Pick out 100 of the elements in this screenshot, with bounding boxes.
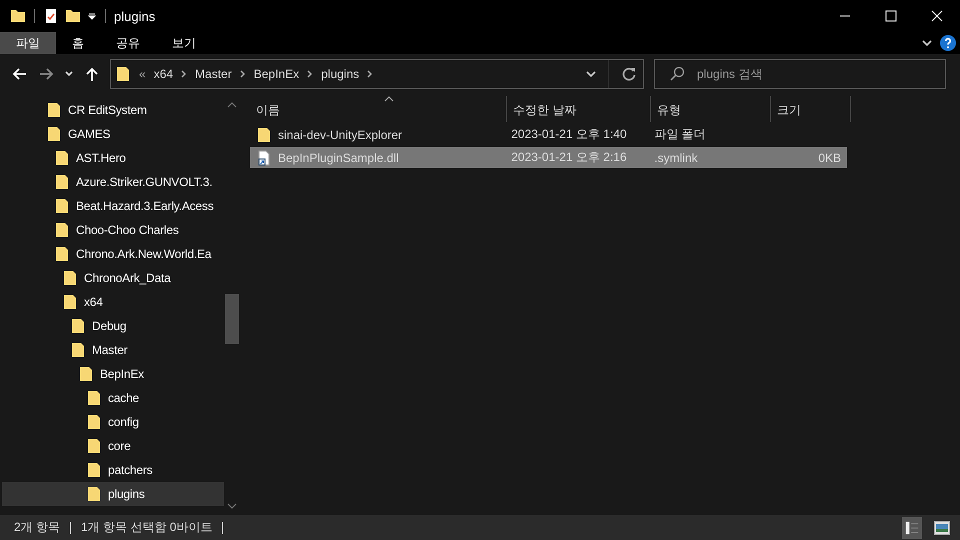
chevron-icon[interactable]: [181, 69, 188, 79]
file-name: BepInPluginSample.dll: [278, 150, 399, 164]
maximize-icon: [885, 10, 897, 22]
tree-item[interactable]: BepInEx: [2, 362, 224, 386]
details-view-button[interactable]: [902, 516, 922, 538]
breadcrumb[interactable]: BepInEx: [254, 67, 300, 81]
tree-item[interactable]: plugins: [2, 482, 224, 506]
tree-item[interactable]: Azure.Striker.GUNVOLT.3.: [2, 170, 224, 194]
tree-item-label: cache: [108, 391, 140, 405]
file-name: sinai-dev-UnityExplorer: [278, 128, 402, 142]
sort-up-icon: [384, 96, 394, 102]
tree-item[interactable]: Beat.Hazard.3.Early.Acess: [2, 194, 224, 218]
folder-icon: [78, 366, 94, 382]
expand-ribbon-icon[interactable]: [922, 38, 932, 48]
tree-item-label: plugins: [108, 487, 145, 501]
search-field[interactable]: plugins 검색: [695, 66, 931, 82]
tree-item-label: patchers: [108, 463, 152, 477]
ribbon-tab[interactable]: 공유: [100, 32, 156, 54]
column-header[interactable]: 이름: [250, 96, 507, 122]
type-cell-text: .symlink: [653, 150, 699, 164]
ribbon-tab[interactable]: 파일: [0, 32, 56, 54]
breadcrumb[interactable]: Master: [195, 67, 232, 81]
folder-icon: [86, 390, 102, 406]
tree-item-label: BepInEx: [100, 367, 144, 381]
tree-item-label: core: [108, 439, 131, 453]
address-bar[interactable]: « x64 Master BepInEx plugins: [110, 59, 644, 89]
date-cell-text: 2023-01-21 오후 2:16: [510, 149, 628, 166]
address-dropdown-icon[interactable]: [586, 69, 596, 79]
folder-icon: [54, 246, 70, 262]
tree-item-label: x64: [84, 295, 103, 309]
dropdown-icon[interactable]: [87, 11, 97, 21]
tree-item[interactable]: Chrono.Ark.New.World.Ea: [2, 242, 224, 266]
tree-item-label: Beat.Hazard.3.Early.Acess: [76, 199, 214, 213]
window-title: plugins: [114, 8, 156, 24]
ribbon-tab[interactable]: 홈: [56, 32, 100, 54]
shortcut-file-icon: [256, 150, 272, 166]
recent-dropdown-icon[interactable]: [64, 69, 74, 79]
tree-item[interactable]: Master: [2, 338, 224, 362]
tree-item-label: Choo-Choo Charles: [76, 223, 179, 237]
chevron-icon[interactable]: [240, 69, 246, 79]
folder-icon: [54, 174, 70, 190]
folder-icon: [115, 66, 131, 82]
tree-item-label: config: [108, 415, 139, 429]
file-row[interactable]: sinai-dev-UnityExplorer 2023-01-21 오후 1:40 파일 폴더: [250, 124, 847, 145]
tree-item[interactable]: AST.Hero: [2, 146, 224, 170]
tree-item[interactable]: x64: [2, 290, 224, 314]
back-arrow-icon[interactable]: [12, 66, 28, 82]
tree-item[interactable]: ChronoArk_Data: [2, 266, 224, 290]
help-icon[interactable]: [940, 35, 956, 51]
folder-icon: [54, 198, 70, 214]
folder-icon: [46, 102, 62, 118]
overflow-chevron[interactable]: «: [139, 67, 146, 81]
folder-icon: [70, 342, 86, 358]
breadcrumb[interactable]: x64: [154, 67, 174, 81]
new-folder-icon[interactable]: [65, 8, 81, 24]
tree-item-label: AST.Hero: [76, 151, 126, 165]
folder-icon[interactable]: [10, 8, 26, 24]
tree-item-label: Master: [92, 343, 128, 357]
up-arrow-icon[interactable]: [84, 66, 100, 82]
tree-item[interactable]: core: [2, 434, 224, 458]
column-header[interactable]: 수정한 날짜: [507, 96, 651, 122]
breadcrumb[interactable]: plugins: [321, 67, 360, 81]
tree-item-label: Debug: [92, 319, 126, 333]
folder-icon: [86, 486, 102, 502]
tree-item[interactable]: Debug: [2, 314, 224, 338]
tree-item-label: Azure.Striker.GUNVOLT.3.: [76, 175, 212, 189]
column-header[interactable]: 유형: [651, 96, 771, 122]
tree-item[interactable]: cache: [2, 386, 224, 410]
tree-item[interactable]: patchers: [2, 458, 224, 482]
tree-item-label: Chrono.Ark.New.World.Ea: [76, 247, 212, 261]
folder-icon: [62, 294, 78, 310]
date-cell-text: 2023-01-21 오후 1:40: [510, 126, 628, 143]
item-count: 2개 항목: [14, 519, 60, 536]
ribbon-tab[interactable]: 보기: [156, 32, 212, 54]
folder-icon: [54, 222, 70, 238]
refresh-icon[interactable]: [621, 66, 637, 82]
folder-icon: [256, 126, 272, 142]
tree-item[interactable]: Choo-Choo Charles: [2, 218, 224, 242]
scroll-up-icon[interactable]: [227, 102, 237, 108]
tree-item[interactable]: config: [2, 410, 224, 434]
search-box[interactable]: plugins 검색: [654, 59, 946, 89]
size-cell-text: 0KB: [817, 150, 842, 164]
search-icon: [669, 66, 685, 82]
chevron-icon[interactable]: [367, 69, 374, 79]
tree-item-label: ChronoArk_Data: [84, 271, 171, 285]
folder-icon: [70, 318, 86, 334]
tree-item[interactable]: CR EditSystem: [2, 98, 224, 122]
folder-icon: [86, 414, 102, 430]
scrollbar-thumb[interactable]: [225, 294, 239, 344]
selection-info: 1개 항목 선택함 0바이트: [81, 519, 212, 536]
tree-item-label: CR EditSystem: [68, 103, 147, 117]
scroll-down-icon[interactable]: [227, 503, 237, 509]
column-header[interactable]: 크기: [771, 96, 851, 122]
tree-item-label: GAMES: [68, 127, 110, 141]
properties-icon[interactable]: [43, 8, 59, 24]
forward-arrow-icon[interactable]: [38, 66, 54, 82]
folder-icon: [86, 462, 102, 478]
chevron-icon[interactable]: [307, 69, 314, 79]
tree-item[interactable]: GAMES: [2, 122, 224, 146]
folder-icon: [46, 126, 62, 142]
